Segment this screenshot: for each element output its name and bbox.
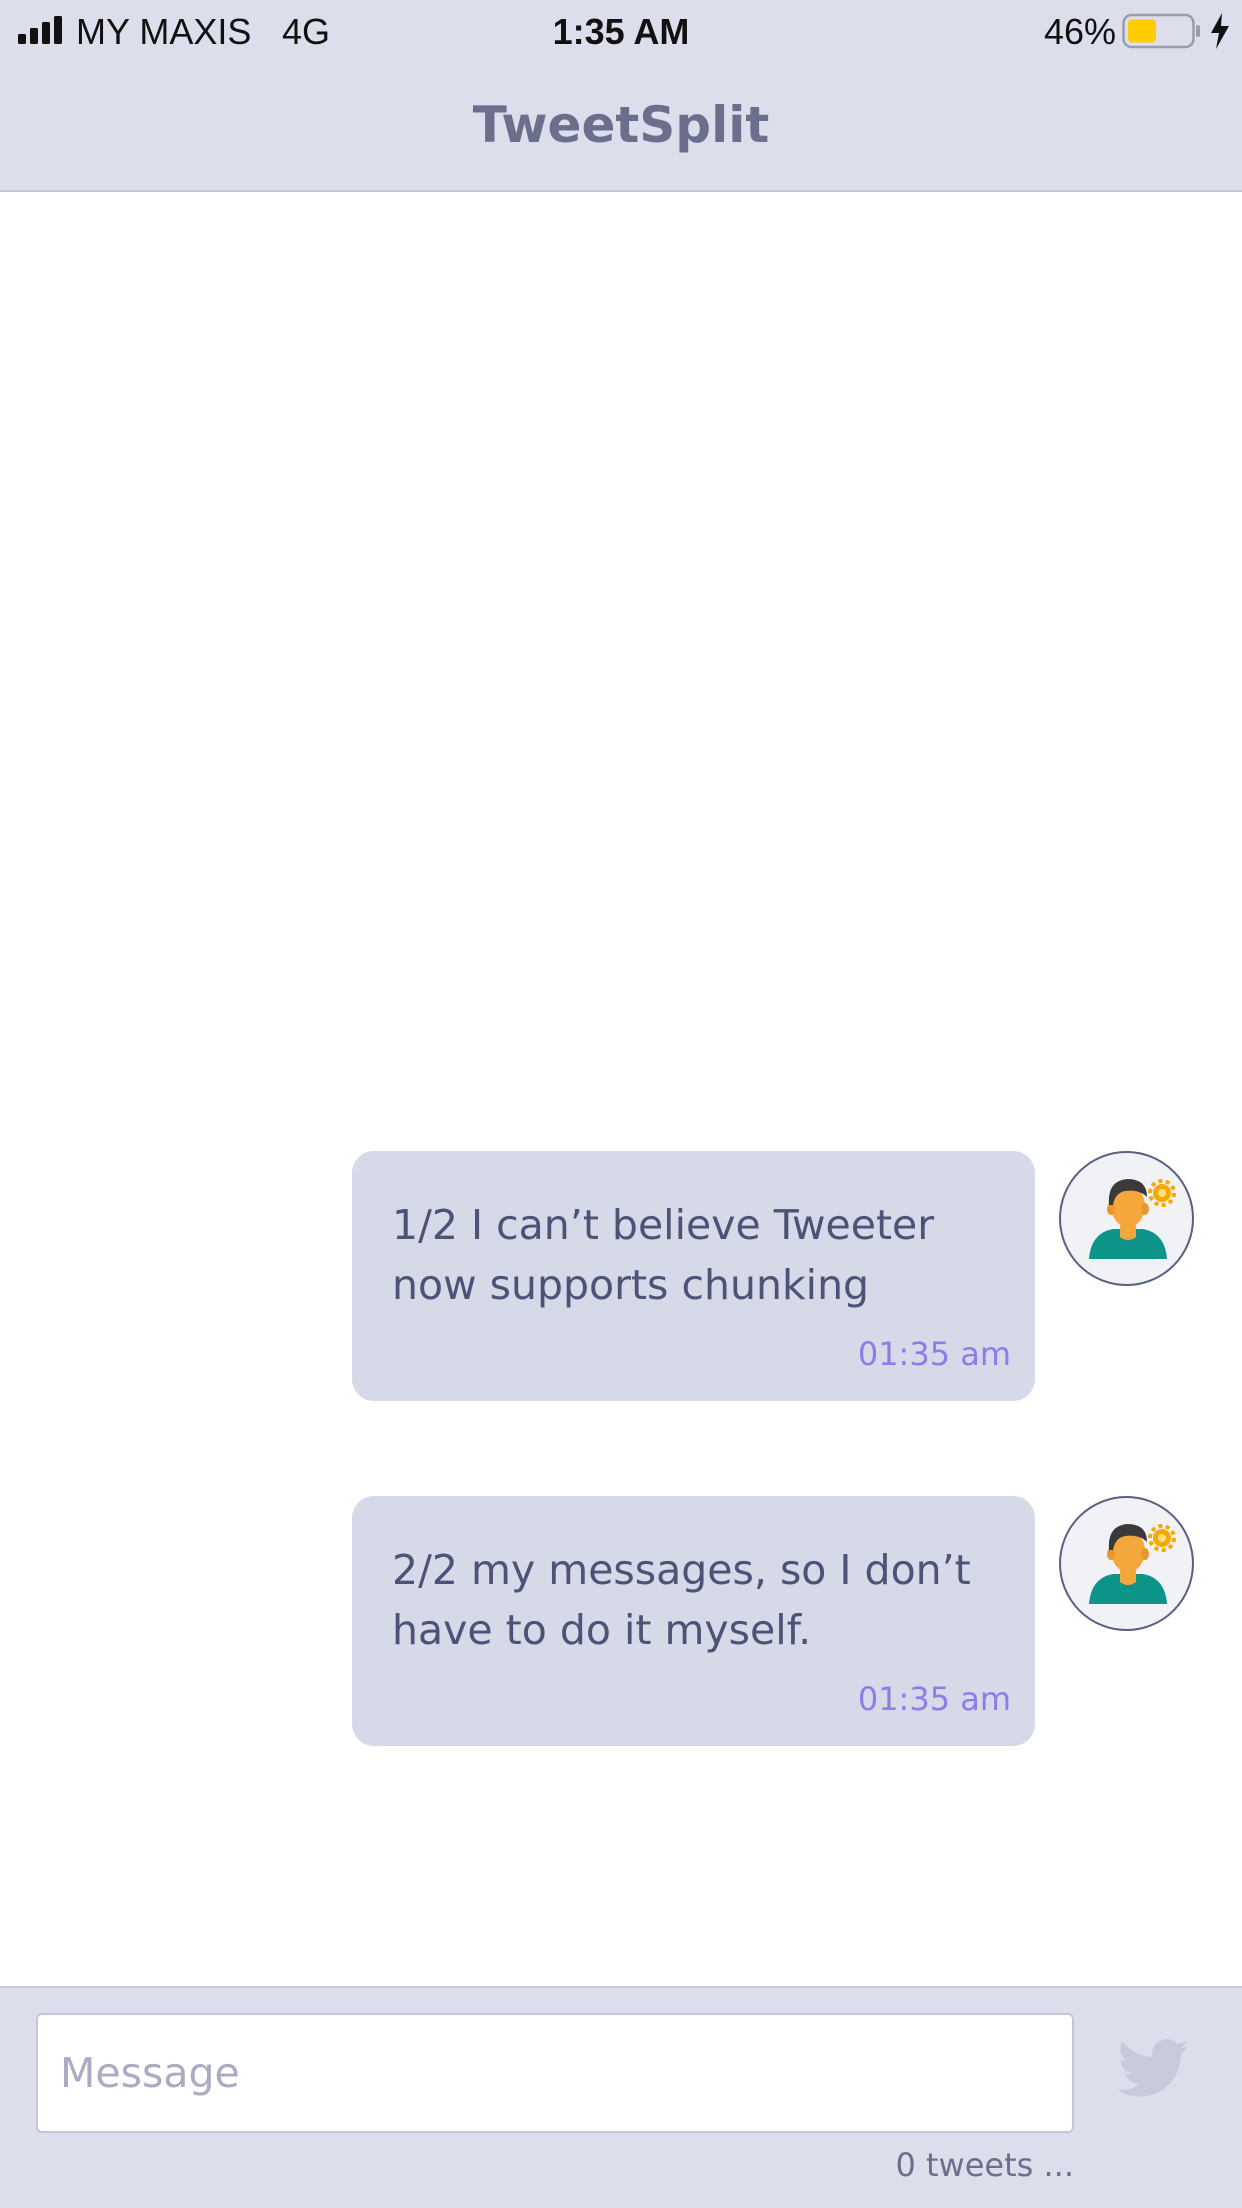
navigation-bar: TweetSplit [0,62,1242,192]
message-composer: 0 tweets ... [0,1986,1242,2208]
user-avatar-icon[interactable] [1059,1496,1194,1631]
message-row: 2/2 my messages, so I don’t have to do i… [0,1496,1242,1746]
message-text: 1/2 I can’t believe Tweeter now supports… [392,1201,935,1309]
page-title: TweetSplit [472,96,770,154]
status-bar: MY MAXIS 4G 1:35 AM 46% [0,0,1242,62]
charging-bolt-icon [1211,13,1229,49]
battery-icon [1122,13,1200,49]
message-row: 1/2 I can’t believe Tweeter now supports… [0,1151,1242,1401]
tweet-count: 0 tweets ... [895,2146,1074,2184]
user-avatar-icon[interactable] [1059,1151,1194,1286]
message-bubble[interactable]: 1/2 I can’t believe Tweeter now supports… [352,1151,1035,1401]
message-timestamp: 01:35 am [857,1680,1011,1718]
battery-percent: 46% [1043,11,1116,52]
message-bubble[interactable]: 2/2 my messages, so I don’t have to do i… [352,1496,1035,1746]
twitter-bird-icon[interactable] [1118,2038,1190,2100]
message-input[interactable] [36,2013,1074,2133]
message-timestamp: 01:35 am [857,1335,1011,1373]
message-text: 2/2 my messages, so I don’t have to do i… [392,1546,971,1654]
